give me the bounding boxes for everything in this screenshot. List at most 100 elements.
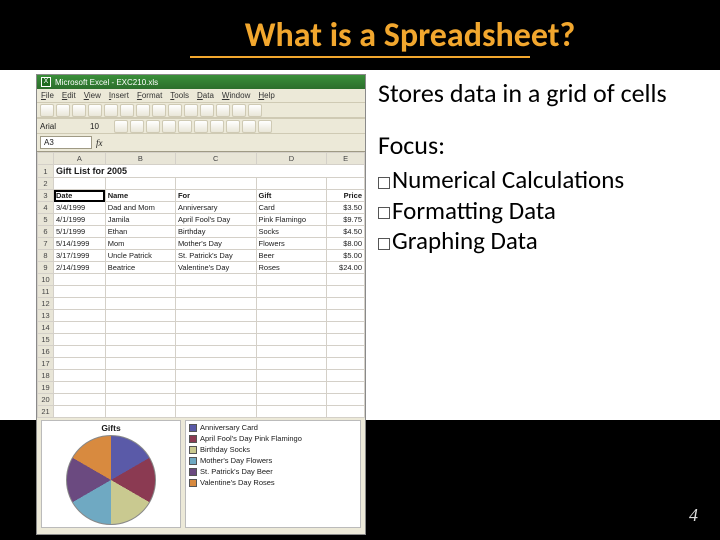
- col-header[interactable]: B: [105, 153, 175, 165]
- cell[interactable]: [175, 370, 256, 382]
- cell[interactable]: [105, 370, 175, 382]
- cell[interactable]: [105, 286, 175, 298]
- cell[interactable]: [54, 358, 106, 370]
- cell[interactable]: [327, 322, 365, 334]
- cell[interactable]: [327, 274, 365, 286]
- cell[interactable]: [175, 274, 256, 286]
- toolbar-button[interactable]: [88, 104, 102, 117]
- cell[interactable]: April Fool's Day: [175, 214, 256, 226]
- cell[interactable]: $4.50: [327, 226, 365, 238]
- cell[interactable]: 2/14/1999: [54, 262, 106, 274]
- cell[interactable]: Dad and Mom: [105, 202, 175, 214]
- toolbar-button[interactable]: [200, 104, 214, 117]
- cell[interactable]: 4/1/1999: [54, 214, 106, 226]
- cell[interactable]: Birthday: [175, 226, 256, 238]
- cell[interactable]: [327, 382, 365, 394]
- cell[interactable]: $5.00: [327, 250, 365, 262]
- cell[interactable]: [175, 310, 256, 322]
- menu-data[interactable]: Data: [197, 91, 214, 100]
- row-header[interactable]: 17: [38, 358, 54, 370]
- menu-tools[interactable]: Tools: [170, 91, 189, 100]
- cell[interactable]: Ethan: [105, 226, 175, 238]
- cell[interactable]: [175, 358, 256, 370]
- cell[interactable]: [256, 382, 327, 394]
- toolbar-button[interactable]: [216, 104, 230, 117]
- toolbar-button[interactable]: [72, 104, 86, 117]
- row-header[interactable]: 4: [38, 202, 54, 214]
- cell-active[interactable]: Date: [54, 190, 106, 202]
- font-name-box[interactable]: Arial: [40, 122, 88, 131]
- toolbar-button[interactable]: [40, 104, 54, 117]
- align-left-button[interactable]: [162, 120, 176, 133]
- cell[interactable]: [105, 358, 175, 370]
- cell[interactable]: [175, 286, 256, 298]
- cell[interactable]: Name: [105, 190, 175, 202]
- cell[interactable]: $3.50: [327, 202, 365, 214]
- increase-decimal-button[interactable]: [258, 120, 272, 133]
- cell[interactable]: Pink Flamingo: [256, 214, 327, 226]
- cell[interactable]: [327, 298, 365, 310]
- cell[interactable]: [54, 406, 106, 418]
- cell[interactable]: [175, 322, 256, 334]
- col-header[interactable]: A: [54, 153, 106, 165]
- row-header[interactable]: 12: [38, 298, 54, 310]
- cell[interactable]: [256, 370, 327, 382]
- row-header[interactable]: 13: [38, 310, 54, 322]
- row-header[interactable]: 3: [38, 190, 54, 202]
- cell[interactable]: [54, 334, 106, 346]
- cell[interactable]: [175, 406, 256, 418]
- cell[interactable]: [256, 274, 327, 286]
- row-header[interactable]: 15: [38, 334, 54, 346]
- row-header[interactable]: 14: [38, 322, 54, 334]
- cell[interactable]: [54, 370, 106, 382]
- cell[interactable]: Socks: [256, 226, 327, 238]
- cell[interactable]: [105, 406, 175, 418]
- row-header[interactable]: 5: [38, 214, 54, 226]
- underline-button[interactable]: [146, 120, 160, 133]
- toolbar-button[interactable]: [152, 104, 166, 117]
- cell[interactable]: [54, 298, 106, 310]
- cell[interactable]: [175, 394, 256, 406]
- row-header[interactable]: 1: [38, 165, 54, 178]
- col-header[interactable]: C: [175, 153, 256, 165]
- menu-insert[interactable]: Insert: [109, 91, 129, 100]
- cell[interactable]: [256, 322, 327, 334]
- row-header[interactable]: 16: [38, 346, 54, 358]
- cell[interactable]: [327, 334, 365, 346]
- cell[interactable]: Flowers: [256, 238, 327, 250]
- cell[interactable]: [175, 346, 256, 358]
- cell[interactable]: 3/4/1999: [54, 202, 106, 214]
- toolbar-button[interactable]: [232, 104, 246, 117]
- align-center-button[interactable]: [178, 120, 192, 133]
- cell[interactable]: Price: [327, 190, 365, 202]
- currency-button[interactable]: [210, 120, 224, 133]
- cell[interactable]: [327, 286, 365, 298]
- menu-view[interactable]: View: [84, 91, 101, 100]
- cell[interactable]: Gift: [256, 190, 327, 202]
- cell[interactable]: [327, 346, 365, 358]
- cell[interactable]: [54, 322, 106, 334]
- cell[interactable]: [327, 394, 365, 406]
- cell[interactable]: [327, 406, 365, 418]
- cell[interactable]: [54, 178, 106, 190]
- row-header[interactable]: 8: [38, 250, 54, 262]
- cell[interactable]: [105, 382, 175, 394]
- comma-button[interactable]: [242, 120, 256, 133]
- col-header[interactable]: D: [256, 153, 327, 165]
- row-header[interactable]: 10: [38, 274, 54, 286]
- cell[interactable]: $24.00: [327, 262, 365, 274]
- cell[interactable]: Mom: [105, 238, 175, 250]
- toolbar-button[interactable]: [120, 104, 134, 117]
- cell[interactable]: [256, 346, 327, 358]
- cell[interactable]: [105, 394, 175, 406]
- font-size-box[interactable]: 10: [90, 122, 112, 131]
- cell[interactable]: [105, 274, 175, 286]
- cell[interactable]: St. Patrick's Day: [175, 250, 256, 262]
- row-header[interactable]: 11: [38, 286, 54, 298]
- row-header[interactable]: 9: [38, 262, 54, 274]
- cell[interactable]: [54, 274, 106, 286]
- toolbar-button[interactable]: [248, 104, 262, 117]
- cell[interactable]: Valentine's Day: [175, 262, 256, 274]
- cell[interactable]: [175, 178, 256, 190]
- cell[interactable]: Beatrice: [105, 262, 175, 274]
